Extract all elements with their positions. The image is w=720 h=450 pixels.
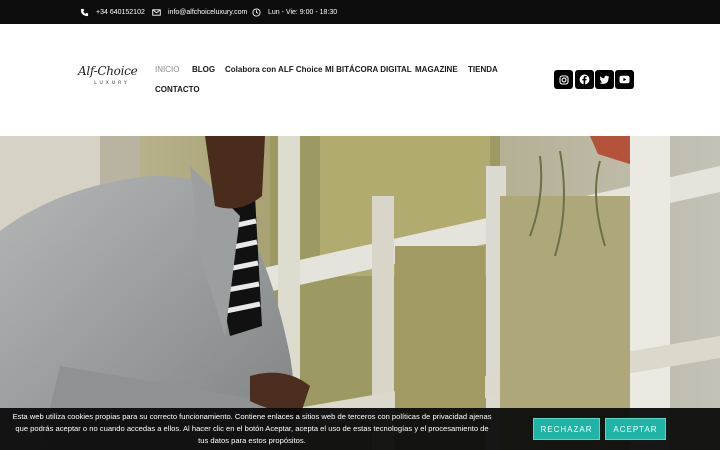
facebook-link[interactable] (575, 70, 594, 89)
youtube-icon (619, 75, 630, 84)
cookie-message: Esta web utiliza cookies propias para su… (12, 412, 492, 445)
accept-cookies-button[interactable]: ACEPTAR (605, 418, 666, 440)
youtube-link[interactable] (615, 70, 634, 89)
nav-item-colabora[interactable]: Colabora con ALF Choice (225, 65, 323, 74)
nav-item-magazine[interactable]: MAGAZINE (415, 65, 458, 74)
site-logo[interactable]: Alf-Choice LUXURY (78, 64, 140, 100)
email-contact[interactable]: info@alfchoiceluxury.com (152, 0, 247, 24)
logo-script: Alf-Choice (78, 64, 138, 78)
phone-contact[interactable]: +34 640152102 (80, 0, 145, 24)
instagram-icon (558, 74, 569, 85)
logo-subtitle: LUXURY (94, 81, 130, 86)
instagram-link[interactable] (554, 70, 573, 89)
envelope-icon (152, 8, 161, 16)
hours-text: Lun - Vie: 9:00 - 18:30 (268, 8, 338, 16)
nav-item-inicio[interactable]: INICIO (155, 65, 179, 74)
facebook-icon (579, 74, 590, 85)
twitter-link[interactable] (595, 70, 614, 89)
clock-icon (252, 7, 261, 17)
phone-icon (80, 8, 89, 16)
nav-item-tienda[interactable]: TIENDA (468, 65, 498, 74)
twitter-icon (599, 75, 610, 84)
reject-cookies-button[interactable]: RECHAZAR (533, 418, 600, 440)
email-text: info@alfchoiceluxury.com (168, 8, 248, 16)
top-contact-bar: +34 640152102 info@alfchoiceluxury.com L… (0, 0, 720, 24)
opening-hours: Lun - Vie: 9:00 - 18:30 (252, 0, 337, 24)
phone-text: +34 640152102 (96, 8, 145, 16)
nav-item-blog[interactable]: BLOG (192, 65, 215, 74)
site-header: Alf-Choice LUXURY INICIO BLOG Colabora c… (0, 24, 720, 136)
hero-image (0, 136, 720, 450)
nav-item-bitacora[interactable]: MI BITÁCORA DIGITAL (325, 65, 412, 74)
nav-item-contacto[interactable]: CONTACTO (155, 85, 200, 94)
hero-photo-man-in-blazer (0, 136, 720, 450)
